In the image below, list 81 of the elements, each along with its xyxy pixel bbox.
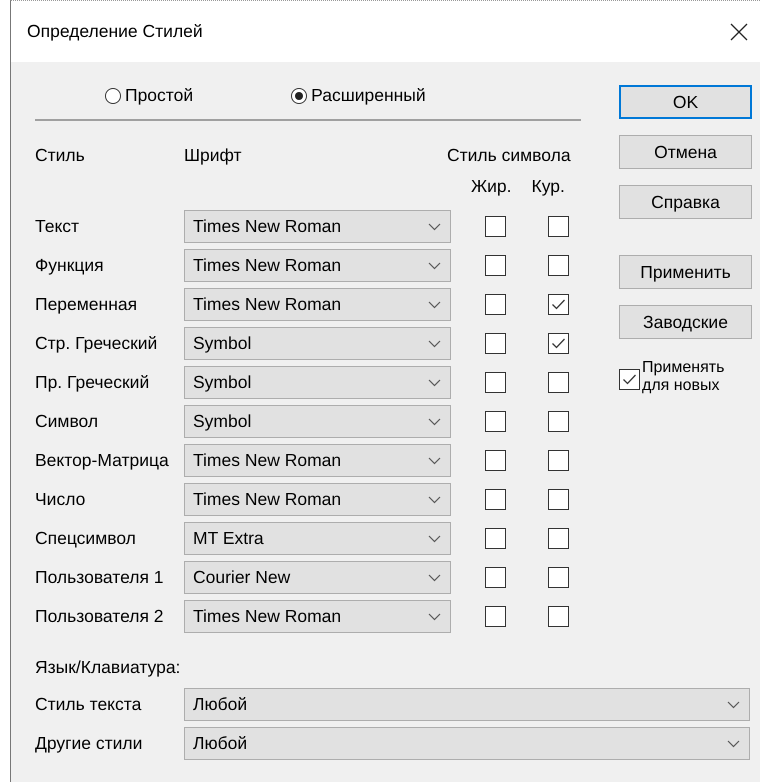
caret-icon <box>428 262 441 270</box>
style-label: Вектор-Матрица <box>35 450 170 471</box>
caret-icon <box>428 378 441 386</box>
mode-radio[interactable]: Простой <box>105 85 194 106</box>
style-label: Пользователя 2 <box>35 606 165 627</box>
dialog-button[interactable]: Справка <box>619 185 752 219</box>
check-icon <box>622 373 637 386</box>
italic-checkbox[interactable] <box>548 255 569 276</box>
checkbox-label: Применять для новых <box>642 359 726 395</box>
font-dropdown[interactable]: Times New Roman <box>184 210 451 243</box>
dialog-button[interactable]: Заводские <box>619 305 752 339</box>
caret-icon <box>428 496 441 504</box>
font-dropdown[interactable]: Times New Roman <box>184 600 451 633</box>
close-icon[interactable] <box>730 22 748 40</box>
check-icon <box>551 298 566 311</box>
dialog-button[interactable]: OK <box>619 85 752 119</box>
dialog-button[interactable]: Отмена <box>619 135 752 169</box>
style-label: Число <box>35 489 86 510</box>
italic-checkbox[interactable] <box>548 372 569 393</box>
caret-icon <box>428 222 441 230</box>
caret-icon <box>727 740 740 748</box>
italic-checkbox[interactable] <box>548 450 569 471</box>
bold-checkbox[interactable] <box>485 606 506 627</box>
bold-checkbox[interactable] <box>485 294 506 315</box>
style-label: Стр. Греческий <box>35 333 158 354</box>
caret-icon <box>428 300 441 308</box>
apply-checkbox[interactable] <box>619 369 640 390</box>
caret-icon <box>428 418 441 426</box>
font-dropdown[interactable]: Times New Roman <box>184 288 451 321</box>
bold-checkbox[interactable] <box>485 216 506 237</box>
caret-icon <box>428 340 441 348</box>
bold-checkbox[interactable] <box>485 372 506 393</box>
column-header: Кур. <box>532 176 565 196</box>
field-label: Стиль текста <box>35 694 142 715</box>
italic-checkbox[interactable] <box>548 528 569 549</box>
font-dropdown[interactable]: MT Extra <box>184 522 451 555</box>
style-dropdown[interactable]: Любой <box>184 727 750 760</box>
font-dropdown[interactable]: Times New Roman <box>184 249 451 282</box>
bold-checkbox[interactable] <box>485 411 506 432</box>
style-label: Пр. Греческий <box>35 372 150 393</box>
bold-checkbox[interactable] <box>485 489 506 510</box>
section-label: Язык/Клавиатура: <box>35 656 182 679</box>
italic-checkbox[interactable] <box>548 567 569 588</box>
font-dropdown[interactable]: Courier New <box>184 561 451 594</box>
bold-checkbox[interactable] <box>485 333 506 354</box>
font-dropdown[interactable]: Symbol <box>184 327 451 360</box>
check-icon <box>551 337 566 350</box>
caret-icon <box>428 574 441 582</box>
bold-checkbox[interactable] <box>485 255 506 276</box>
column-header: Жир. <box>471 176 512 196</box>
dialog-button[interactable]: Применить <box>619 255 752 289</box>
font-dropdown[interactable]: Symbol <box>184 366 451 399</box>
italic-checkbox[interactable] <box>548 489 569 510</box>
italic-checkbox[interactable] <box>548 294 569 315</box>
bold-checkbox[interactable] <box>485 567 506 588</box>
window-title: Определение Стилей <box>27 21 203 42</box>
field-label: Другие стили <box>35 733 144 754</box>
caret-icon <box>428 612 441 620</box>
caret-icon <box>727 700 740 708</box>
caret-icon <box>428 456 441 464</box>
font-dropdown[interactable]: Times New Roman <box>184 483 451 516</box>
font-dropdown[interactable]: Symbol <box>184 405 451 438</box>
bold-checkbox[interactable] <box>485 450 506 471</box>
style-label: Текст <box>35 216 80 237</box>
column-header: Шрифт <box>184 144 243 166</box>
italic-checkbox[interactable] <box>548 606 569 627</box>
column-header: Стиль символа <box>447 144 571 166</box>
style-dropdown[interactable]: Любой <box>184 688 750 721</box>
italic-checkbox[interactable] <box>548 411 569 432</box>
style-label: Спецсимвол <box>35 528 137 549</box>
font-dropdown[interactable]: Times New Roman <box>184 444 451 477</box>
caret-icon <box>428 534 441 542</box>
italic-checkbox[interactable] <box>548 333 569 354</box>
bold-checkbox[interactable] <box>485 528 506 549</box>
italic-checkbox[interactable] <box>548 216 569 237</box>
style-label: Переменная <box>35 294 138 315</box>
column-header: Стиль <box>35 144 86 166</box>
mode-radio[interactable]: Расширенный <box>291 85 426 106</box>
style-label: Функция <box>35 255 105 276</box>
style-label: Пользователя 1 <box>35 567 165 588</box>
style-label: Символ <box>35 411 100 432</box>
